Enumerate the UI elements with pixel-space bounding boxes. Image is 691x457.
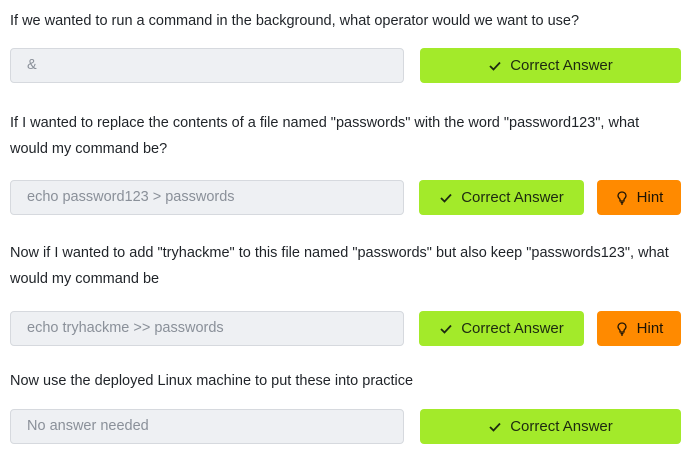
correct-answer-label: Correct Answer (510, 418, 613, 435)
hint-label: Hint (636, 189, 664, 206)
correct-answer-button-1[interactable]: Correct Answer (420, 48, 681, 83)
correct-answer-label: Correct Answer (461, 320, 564, 337)
answer-field-3[interactable]: echo tryhackme >> passwords (10, 311, 404, 346)
question-4-text: Now use the deployed Linux machine to pu… (10, 373, 414, 389)
hint-button-2[interactable]: Hint (597, 180, 681, 215)
correct-answer-label: Correct Answer (461, 189, 564, 206)
answer-field-2[interactable]: echo password123 > passwords (10, 180, 404, 215)
correct-answer-button-4[interactable]: Correct Answer (420, 409, 681, 444)
check-icon (439, 322, 453, 336)
answer-field-4[interactable]: No answer needed (10, 409, 404, 444)
correct-answer-label: Correct Answer (510, 57, 613, 74)
hint-label: Hint (636, 320, 664, 337)
check-icon (488, 59, 502, 73)
lightbulb-icon (615, 321, 629, 336)
check-icon (488, 420, 502, 434)
check-icon (439, 191, 453, 205)
correct-answer-button-3[interactable]: Correct Answer (419, 311, 584, 346)
hint-button-3[interactable]: Hint (597, 311, 681, 346)
question-1-text: If we wanted to run a command in the bac… (10, 13, 580, 29)
lightbulb-icon (615, 190, 629, 205)
question-3-text: Now if I wanted to add "tryhackme" to th… (10, 245, 669, 287)
answer-field-1[interactable]: & (10, 48, 404, 83)
correct-answer-button-2[interactable]: Correct Answer (419, 180, 584, 215)
question-2-text: If I wanted to replace the contents of a… (10, 115, 640, 157)
